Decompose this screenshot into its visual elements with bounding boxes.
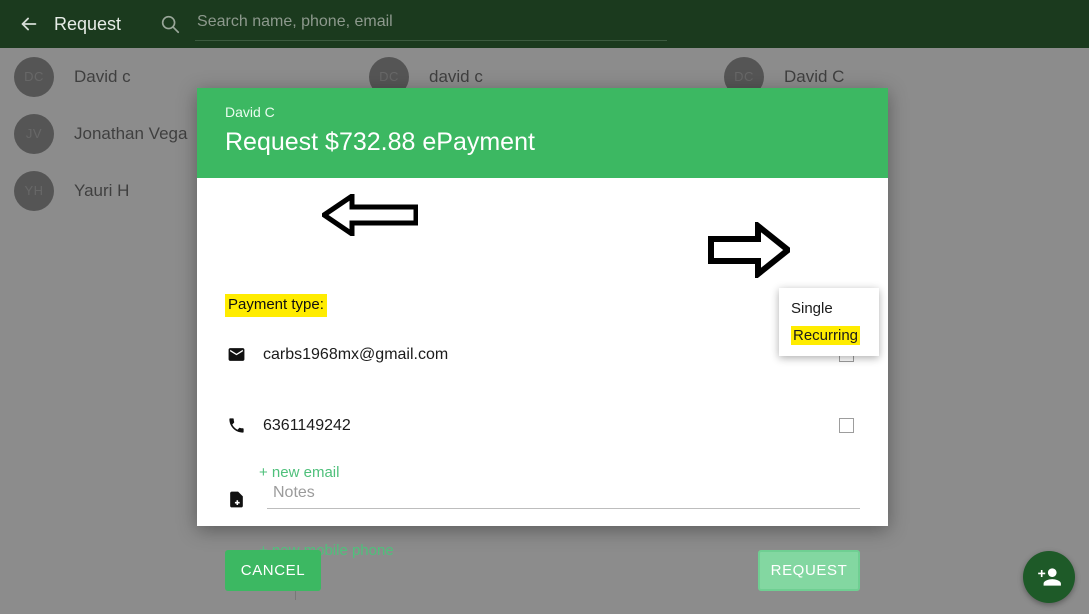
envelope-icon — [225, 345, 247, 364]
dialog-contact-name: David C — [225, 104, 275, 120]
payment-type-label: Payment type: — [225, 294, 327, 317]
search-bar — [157, 5, 668, 43]
phone-checkbox[interactable] — [839, 418, 854, 433]
payment-type-row: Payment type: — [225, 294, 327, 317]
dropdown-option-recurring-label: Recurring — [791, 326, 861, 345]
cancel-button[interactable]: CANCEL — [225, 550, 321, 591]
page-title: Request — [54, 13, 122, 34]
phone-row: 6361149242 — [225, 416, 351, 435]
add-person-fab[interactable] — [1023, 551, 1075, 603]
app-root: Request DC David c JV Jonathan Vega YH — [0, 0, 1089, 614]
search-input[interactable] — [195, 7, 668, 41]
notes-input[interactable] — [267, 484, 860, 509]
phone-value: 6361149242 — [263, 416, 351, 434]
email-value: carbs1968mx@gmail.com — [263, 345, 449, 363]
dialog-header: David C Request $732.88 ePayment — [197, 88, 888, 178]
payment-type-dropdown: Single Recurring — [779, 288, 879, 356]
note-add-icon — [225, 490, 247, 509]
top-app-bar: Request — [0, 0, 1089, 48]
notes-row — [225, 484, 860, 600]
add-person-icon — [1036, 564, 1062, 590]
request-payment-dialog: David C Request $732.88 ePayment Payment… — [197, 88, 888, 600]
dialog-title: Request $732.88 ePayment — [225, 128, 535, 156]
dialog-actions: CANCEL REQUEST — [225, 550, 860, 591]
dropdown-option-single-label: Single — [791, 300, 833, 317]
request-button[interactable]: REQUEST — [758, 550, 860, 591]
phone-icon — [225, 416, 247, 435]
back-arrow-icon[interactable] — [14, 9, 44, 39]
search-icon[interactable] — [157, 11, 183, 37]
email-row: carbs1968mx@gmail.com — [225, 345, 448, 364]
dropdown-option-single[interactable]: Single — [779, 295, 879, 322]
dropdown-option-recurring[interactable]: Recurring — [779, 322, 879, 349]
add-new-email-link[interactable]: + new email — [259, 464, 339, 481]
dialog-body: Payment type: carbs1968mx@gmail.com + ne… — [197, 178, 888, 600]
